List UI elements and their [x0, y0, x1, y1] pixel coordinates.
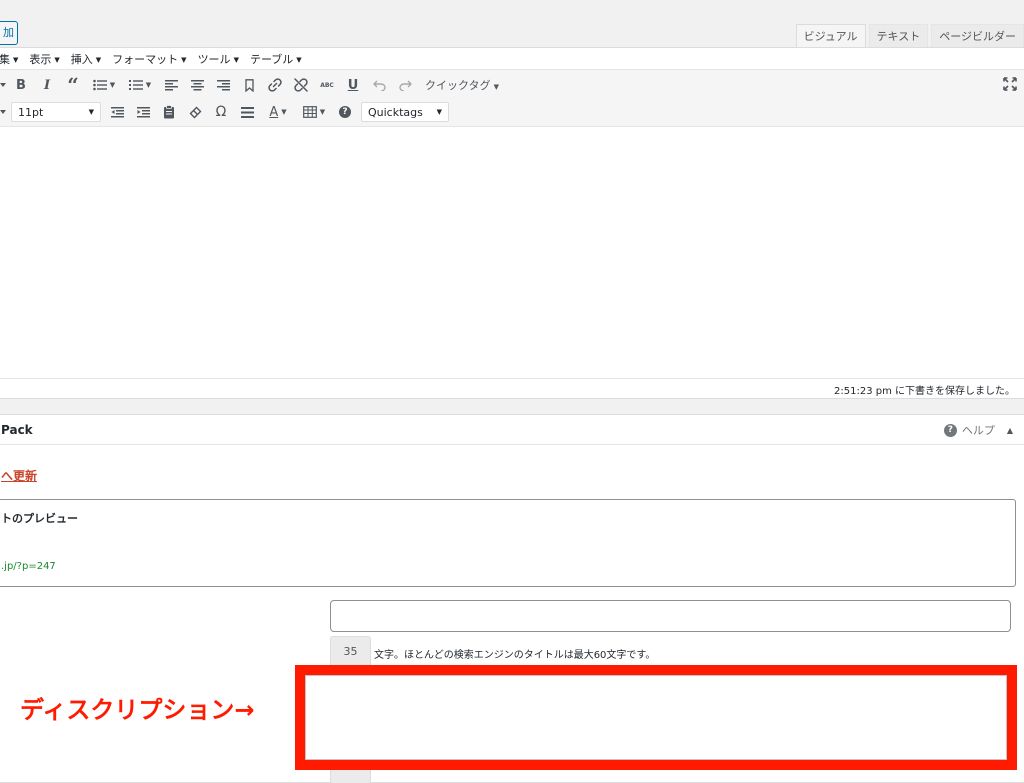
quicktags-select[interactable]: Quicktags ▼ — [361, 102, 449, 122]
snippet-preview-url: .jp/?p=247 — [1, 561, 56, 572]
numbered-list-icon[interactable]: ▼ — [125, 75, 155, 95]
align-left-icon[interactable] — [161, 75, 181, 95]
chevron-down-icon: ▼ — [181, 55, 187, 64]
help-icon: ? — [943, 423, 957, 437]
bookmark-icon[interactable] — [239, 75, 259, 95]
special-character-icon[interactable]: Ω — [211, 102, 231, 122]
chevron-down-icon: ▼ — [436, 108, 442, 116]
spellcheck-icon[interactable]: ABC — [317, 75, 337, 95]
chevron-down-icon: ▼ — [296, 55, 302, 64]
help-label: ヘルプ — [961, 424, 995, 437]
italic-icon[interactable]: I — [37, 75, 57, 95]
editor-toolbar: B I “ ▼ ▼ ABC U クイックタグ ▼ 11pt ▼ Ω A ▼ ▼ … — [0, 70, 1024, 127]
link-icon[interactable] — [265, 75, 285, 95]
seo-metabox-title: Pack — [1, 423, 33, 437]
fullscreen-icon[interactable] — [1003, 77, 1017, 94]
font-size-select[interactable]: 11pt ▼ — [11, 102, 101, 122]
indent-icon[interactable] — [133, 102, 153, 122]
snippet-preview: トのプレビュー .jp/?p=247 — [0, 499, 1016, 587]
dropdown-icon[interactable] — [0, 75, 7, 95]
tab-visual[interactable]: ビジュアル — [795, 24, 866, 48]
menu-insert[interactable]: 挿入 ▼ — [71, 51, 101, 67]
chevron-down-icon: ▼ — [54, 55, 60, 64]
clear-formatting-icon[interactable] — [185, 102, 205, 122]
editor-mode-tabs: ビジュアル テキスト ページビルダー — [793, 24, 1024, 48]
menu-table[interactable]: テーブル ▼ — [250, 51, 302, 67]
chevron-down-icon: ▼ — [95, 55, 102, 64]
blockquote-icon[interactable]: “ — [63, 73, 83, 97]
table-icon[interactable]: ▼ — [299, 102, 329, 122]
title-char-count: 35 — [330, 636, 371, 668]
toolbar-row-1: B I “ ▼ ▼ ABC U クイックタグ ▼ — [0, 71, 499, 99]
help-icon[interactable]: ? — [335, 102, 355, 122]
quicktag-dropdown[interactable]: クイックタグ ▼ — [425, 77, 499, 93]
editor-menubar: 集 ▼ 表示 ▼ 挿入 ▼ フォーマット ▼ ツール ▼ テーブル ▼ — [0, 48, 1024, 70]
menu-tools[interactable]: ツール ▼ — [198, 51, 239, 67]
help-toggle[interactable]: ? ヘルプ ▲ — [943, 422, 1013, 438]
menu-format[interactable]: フォーマット ▼ — [112, 51, 186, 67]
classic-editor: 集 ▼ 表示 ▼ 挿入 ▼ フォーマット ▼ ツール ▼ テーブル ▼ B I “ ▼ ▼ … — [0, 47, 1024, 399]
menu-edit[interactable]: 集 ▼ — [0, 51, 18, 67]
underline-icon[interactable]: U — [343, 75, 363, 95]
tab-page-builder[interactable]: ページビルダー — [931, 24, 1024, 48]
title-char-hint: 文字。ほとんどの検索エンジンのタイトルは最大60文字です。 — [374, 650, 656, 661]
snippet-preview-title: トのプレビュー — [1, 512, 78, 525]
dropdown-icon[interactable] — [0, 102, 7, 122]
autosave-status: 2:51:23 pm に下書きを保存しました。 — [834, 386, 1015, 397]
seo-title-input[interactable] — [330, 600, 1011, 632]
undo-icon[interactable] — [369, 75, 389, 95]
editor-content-area[interactable] — [0, 127, 1024, 378]
text-color-icon[interactable]: A ▼ — [263, 102, 293, 122]
bold-icon[interactable]: B — [11, 75, 31, 95]
add-media-button[interactable]: 加 — [0, 21, 18, 45]
seo-metabox-header[interactable]: Pack ? ヘルプ ▲ — [0, 415, 1024, 445]
chevron-down-icon: ▼ — [233, 55, 239, 64]
bullet-list-icon[interactable]: ▼ — [89, 75, 119, 95]
chevron-down-icon: ▼ — [13, 55, 19, 64]
paste-text-icon[interactable] — [159, 102, 179, 122]
horizontal-line-icon[interactable] — [237, 102, 257, 122]
tab-text[interactable]: テキスト — [868, 24, 929, 48]
chevron-down-icon: ▼ — [493, 83, 499, 91]
redo-icon[interactable] — [395, 75, 415, 95]
menu-view[interactable]: 表示 ▼ — [29, 51, 59, 67]
unlink-icon[interactable] — [291, 75, 311, 95]
chevron-down-icon: ▼ — [88, 108, 94, 116]
align-center-icon[interactable] — [187, 75, 207, 95]
seo-description-textarea[interactable] — [305, 675, 1007, 760]
upgrade-link[interactable]: へ更新 — [1, 467, 37, 484]
description-annotation-label: ディスクリプション→ — [20, 696, 255, 724]
align-right-icon[interactable] — [213, 75, 233, 95]
description-highlight-box — [295, 665, 1017, 770]
outdent-icon[interactable] — [107, 102, 127, 122]
top-strip: 加 ビジュアル テキスト ページビルダー — [0, 0, 1024, 48]
toolbar-row-2: 11pt ▼ Ω A ▼ ▼ ? Quicktags ▼ — [0, 98, 449, 126]
editor-statusbar: 2:51:23 pm に下書きを保存しました。 — [0, 378, 1024, 397]
collapse-icon[interactable]: ▲ — [1007, 426, 1013, 435]
